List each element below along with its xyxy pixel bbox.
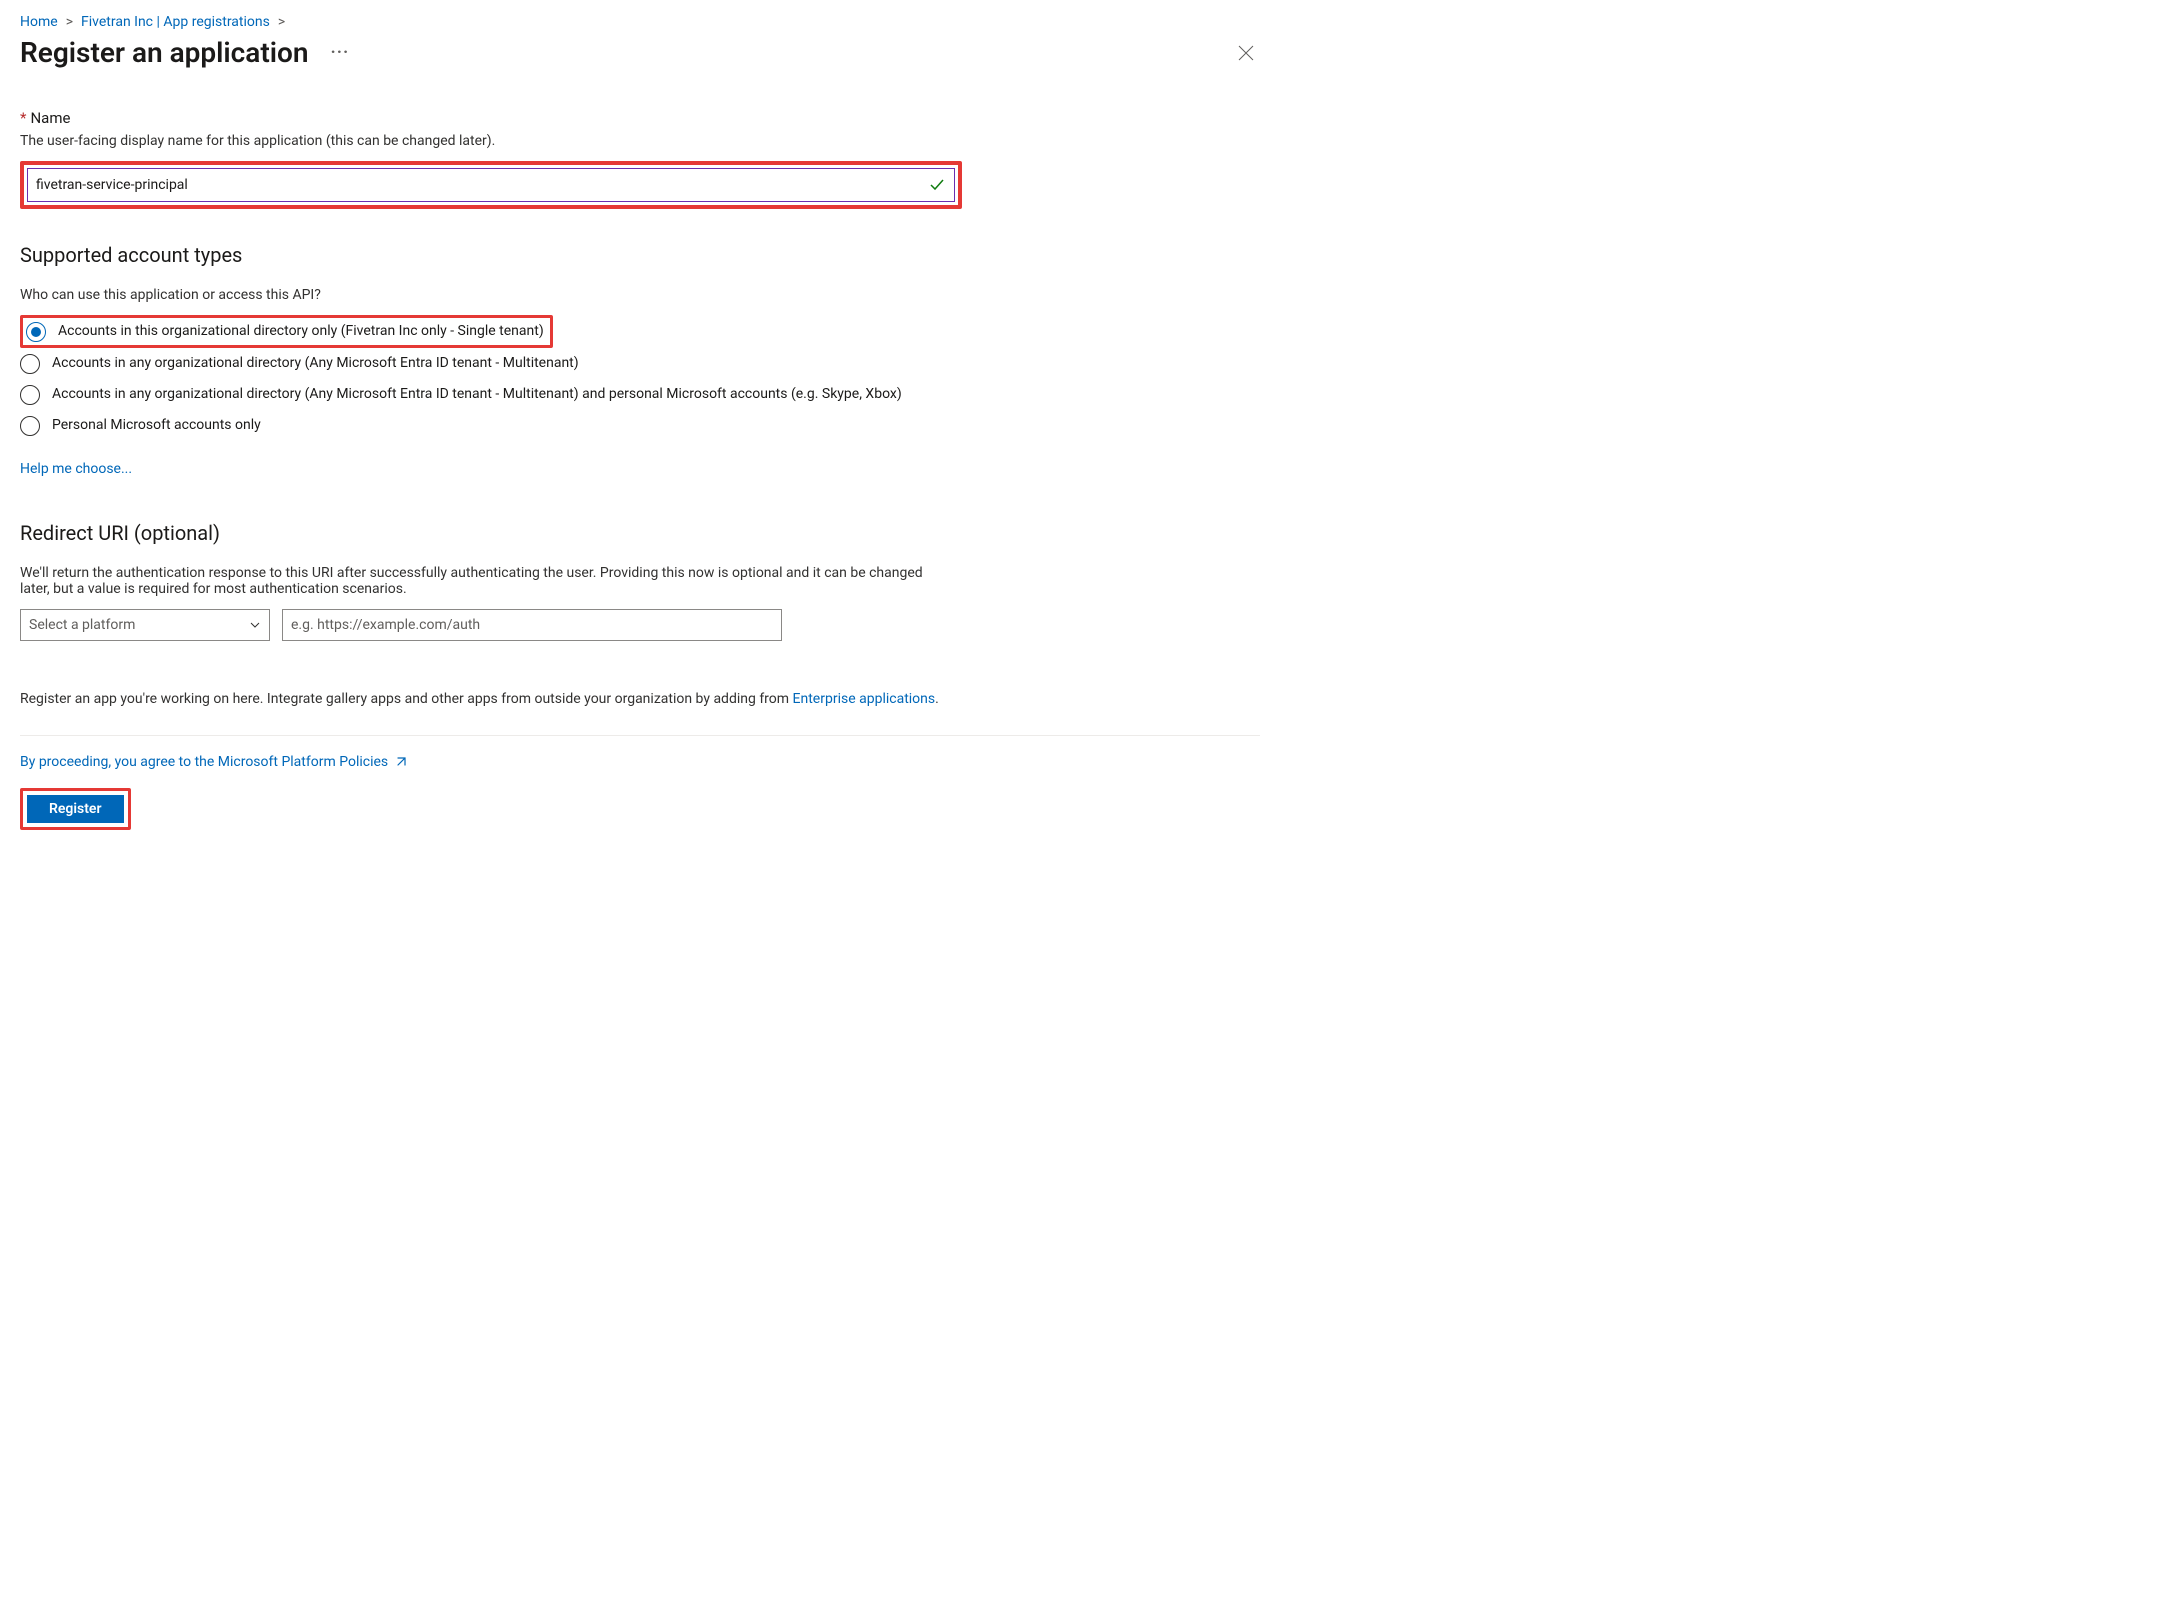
platform-policies-link[interactable]: By proceeding, you agree to the Microsof… <box>20 754 408 770</box>
name-subtext: The user-facing display name for this ap… <box>20 133 1260 149</box>
register-button[interactable]: Register <box>27 795 124 823</box>
chevron-down-icon <box>249 619 261 631</box>
policies-link-text: By proceeding, you agree to the Microsof… <box>20 754 388 770</box>
info-text-after: . <box>935 691 939 707</box>
radio-multitenant-personal[interactable]: Accounts in any organizational directory… <box>20 379 1260 410</box>
radio-personal-only[interactable]: Personal Microsoft accounts only <box>20 410 1260 441</box>
close-icon[interactable] <box>1232 39 1260 67</box>
enterprise-apps-info: Register an app you're working on here. … <box>20 691 1260 707</box>
more-actions-button[interactable]: ··· <box>325 42 356 63</box>
breadcrumb-home[interactable]: Home <box>20 14 58 30</box>
account-types-radio-group: Accounts in this organizational director… <box>20 315 1260 441</box>
help-me-choose-link[interactable]: Help me choose... <box>20 461 132 477</box>
page-title: Register an application ··· <box>20 36 355 69</box>
radio-label: Accounts in this organizational director… <box>58 321 544 342</box>
redirect-uri-input[interactable] <box>282 609 782 641</box>
external-link-icon <box>394 755 408 769</box>
radio-icon[interactable] <box>20 416 40 436</box>
info-text: Register an app you're working on here. … <box>20 691 793 707</box>
account-types-subtext: Who can use this application or access t… <box>20 287 1260 303</box>
check-icon <box>929 177 945 193</box>
register-button-highlight: Register <box>20 788 131 830</box>
redirect-heading: Redirect URI (optional) <box>20 521 1260 545</box>
radio-multitenant[interactable]: Accounts in any organizational directory… <box>20 348 1260 379</box>
breadcrumb: Home > Fivetran Inc | App registrations … <box>20 14 1260 30</box>
account-types-heading: Supported account types <box>20 243 1260 267</box>
required-asterisk: * <box>20 109 26 127</box>
platform-select-value: Select a platform <box>29 617 135 633</box>
radio-icon-selected[interactable] <box>26 322 46 342</box>
page-title-text: Register an application <box>20 36 309 69</box>
radio-label: Accounts in any organizational directory… <box>52 353 579 374</box>
name-input-highlight <box>20 161 962 209</box>
radio-icon[interactable] <box>20 354 40 374</box>
radio-label: Personal Microsoft accounts only <box>52 415 261 436</box>
platform-select[interactable]: Select a platform <box>20 609 270 641</box>
chevron-right-icon: > <box>278 14 285 30</box>
radio-label: Accounts in any organizational directory… <box>52 384 902 405</box>
chevron-right-icon: > <box>66 14 73 30</box>
divider <box>20 735 1260 736</box>
radio-icon[interactable] <box>20 385 40 405</box>
redirect-subtext: We'll return the authentication response… <box>20 565 950 597</box>
name-input[interactable] <box>27 168 955 202</box>
name-label: Name <box>30 109 70 127</box>
enterprise-applications-link[interactable]: Enterprise applications <box>793 691 936 707</box>
breadcrumb-app-registrations[interactable]: Fivetran Inc | App registrations <box>81 14 270 30</box>
radio-single-tenant[interactable]: Accounts in this organizational director… <box>20 315 553 348</box>
